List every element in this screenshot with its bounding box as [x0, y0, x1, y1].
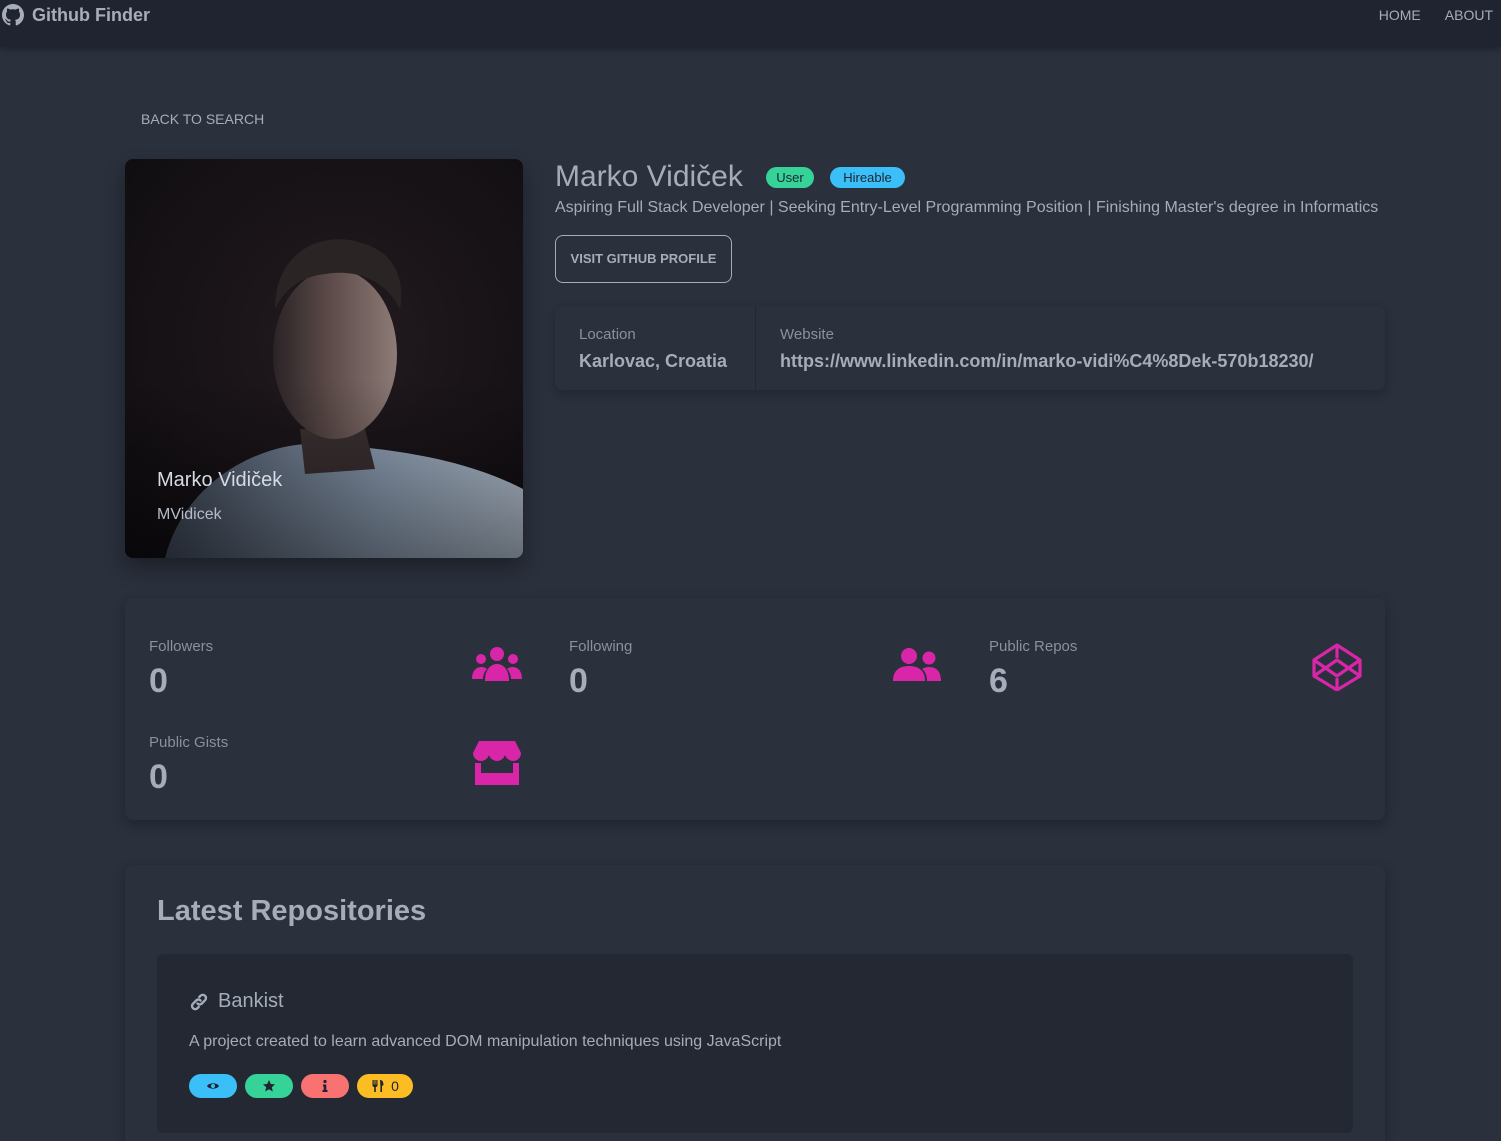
stat-title: Public Gists: [149, 734, 229, 751]
stat-followers: Followers 0: [125, 607, 545, 703]
navbar: Github Finder HOME ABOUT: [0, 0, 1501, 47]
nav-links: HOME ABOUT: [1379, 7, 1493, 23]
nav-home-link[interactable]: HOME: [1379, 7, 1421, 23]
location-stat: Location Karlovac, Croatia: [555, 306, 755, 390]
stat-following: Following 0: [545, 607, 965, 703]
stat-value: 6: [989, 662, 1008, 700]
stat-title: Following: [569, 638, 633, 655]
info-icon: [322, 1079, 328, 1092]
stat-value: 0: [149, 758, 168, 796]
stat-public-gists: Public Gists 0: [125, 703, 545, 799]
stat-title: Public Repos: [989, 638, 1078, 655]
issues-pill: [301, 1074, 349, 1098]
stat-title: Followers: [149, 638, 214, 655]
repo-description: A project created to learn advanced DOM …: [189, 1033, 782, 1050]
github-icon: [2, 4, 24, 26]
hireable-badge: Hireable: [830, 167, 905, 188]
repos-title: Latest Repositories: [157, 895, 427, 927]
location-title: Location: [579, 326, 636, 343]
codepen-icon: [1312, 643, 1362, 691]
avatar-card: Marko Vidiček MVidicek: [125, 159, 523, 558]
stat-value: 0: [569, 662, 588, 700]
utensils-icon: [372, 1080, 384, 1092]
users-icon: [472, 647, 522, 681]
profile-name: Marko Vidiček: [555, 160, 743, 193]
back-to-search-button[interactable]: BACK TO SEARCH: [141, 111, 264, 127]
forks-count: 0: [391, 1078, 399, 1094]
visit-github-profile-button[interactable]: VISIT GITHUB PROFILE: [555, 235, 732, 283]
user-type-badge: User: [766, 167, 814, 188]
store-icon: [473, 741, 521, 785]
avatar-name: Marko Vidiček: [157, 469, 283, 491]
star-icon: [263, 1080, 275, 1092]
stat-public-repos: Public Repos 6: [965, 607, 1385, 703]
eye-icon: [207, 1083, 219, 1089]
profile-bio: Aspiring Full Stack Developer | Seeking …: [555, 199, 1379, 216]
nav-about-link[interactable]: ABOUT: [1445, 7, 1493, 23]
brand-link[interactable]: Github Finder: [2, 4, 150, 26]
avatar-photo: [125, 159, 523, 558]
forks-pill: 0: [357, 1074, 413, 1098]
location-value: Karlovac, Croatia: [579, 351, 728, 371]
avatar-login: MVidicek: [157, 506, 222, 523]
stats-panel: Followers 0 Following 0 Public Repos 6 P…: [125, 598, 1385, 820]
website-link[interactable]: https://www.linkedin.com/in/marko-vidi%C…: [780, 351, 1314, 372]
user-friends-icon: [893, 648, 941, 681]
link-icon: [190, 993, 208, 1011]
stars-pill: [245, 1074, 293, 1098]
website-title: Website: [780, 326, 834, 343]
info-stats: Location Karlovac, Croatia Website https…: [555, 306, 1385, 390]
repo-name-link[interactable]: Bankist: [218, 990, 284, 1013]
brand-title: Github Finder: [32, 4, 150, 25]
stat-value: 0: [149, 662, 168, 700]
watchers-pill: [189, 1074, 237, 1098]
website-stat: Website https://www.linkedin.com/in/mark…: [755, 306, 1385, 390]
